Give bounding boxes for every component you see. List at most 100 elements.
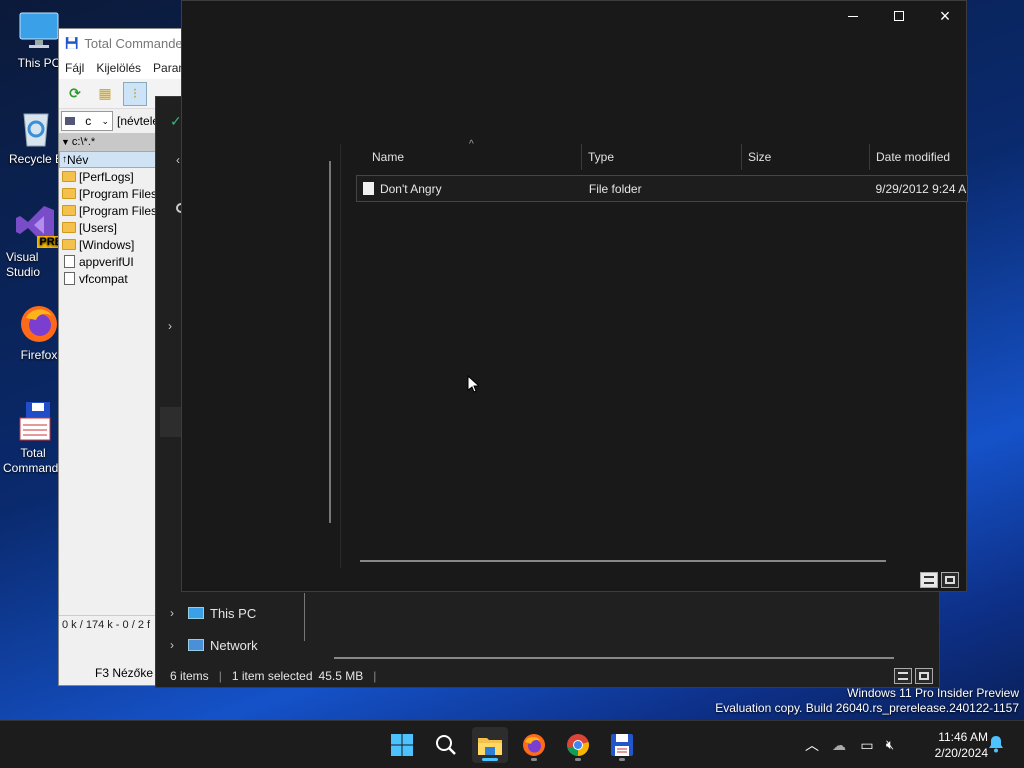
caret-down-icon: ▼ [61,137,70,147]
column-header-type[interactable]: Type [580,144,742,170]
display-icon[interactable]: ▭ [854,737,880,754]
file-name: appverifUI [79,254,134,269]
taskbar-firefox[interactable] [516,727,552,763]
folder-icon [62,188,76,199]
network-icon [188,639,204,651]
chevron-down-icon: ⌄ [101,115,109,126]
details-view-button[interactable] [894,668,912,684]
view-buttons [894,668,933,684]
minimize-icon [848,15,858,17]
table-row[interactable]: Don't Angry File folder 9/29/2012 9:24 A… [356,175,968,202]
running-indicator [575,758,581,761]
current-path: c:\*.* [71,136,96,148]
clock[interactable]: 11:46 AM 2/20/2024 [918,729,988,761]
menu-item-file[interactable]: Fájl [65,61,84,75]
notification-bell-icon[interactable] [988,735,1004,755]
floppy-disk-icon [14,400,56,442]
taskbar-chrome[interactable] [560,727,596,763]
selection-count: 1 item selected [231,669,313,683]
list-icon [924,576,934,584]
active-indicator [482,758,498,761]
icon-view-button[interactable]: ▦ [93,82,117,106]
taskbar: ︿ ☁ ▭ 🔇︎ 11:46 AM 2/20/2024 [0,720,1024,768]
clock-time: 11:46 AM [938,730,988,744]
search-icon [436,735,456,755]
floppy-disk-icon [611,734,633,756]
tree-icon: ⁝ [132,85,138,101]
folder-icon [62,239,76,250]
row-type: File folder [588,181,642,196]
mouse-cursor-icon [467,374,481,396]
nav-pane-scrollbar[interactable] [329,161,331,523]
watermark-line: Evaluation copy. Build 26040.rs_prerelea… [715,701,1019,715]
recycle-bin-icon [15,106,57,148]
file-explorer-window-front[interactable]: × ^ Name Type Size Date modified Don't A… [181,0,968,592]
horizontal-scrollbar[interactable] [334,657,894,659]
firefox-icon [18,302,60,344]
nav-partial: ✓ [170,113,182,129]
running-indicator [619,758,625,761]
folder-icon [478,738,502,755]
column-label: Type [588,150,615,164]
drive-icon [65,117,75,125]
file-icon [64,255,75,268]
sidebar-divider [304,593,305,641]
preview-view-button[interactable] [915,668,933,684]
maximize-button[interactable] [876,1,922,31]
tree-view-button[interactable]: ⁝ [123,81,147,106]
sidebar-item-network[interactable]: › Network [156,630,301,660]
back-chevron-icon: ‹ [176,153,180,167]
file-icon [64,272,75,285]
floppy-disk-icon [65,37,78,49]
volume-label: [névtele [117,114,160,128]
start-button[interactable] [384,727,420,763]
volume-muted-icon[interactable]: 🔇︎ [880,737,900,753]
preview-view-button[interactable] [941,572,959,588]
column-label: Size [748,150,772,164]
chevron-up-icon[interactable]: ︿ [800,735,824,755]
evaluation-watermark: Windows 11 Pro Insider Preview Evaluatio… [715,686,1019,716]
folder-icon [62,171,76,182]
taskbar-total-commander[interactable] [604,727,640,763]
windows-logo-icon [391,734,413,756]
title-bar[interactable]: Total Commander [59,29,187,57]
column-label: Date modified [876,150,951,164]
window-title: Total Commander [84,35,187,51]
column-header-date-modified[interactable]: Date modified [868,144,968,170]
file-name: vfcompat [79,271,128,286]
file-name: [Program Files [79,203,158,218]
file-name: [Windows] [79,237,135,252]
refresh-button[interactable]: ⟳ [63,82,87,106]
clock-date: 2/20/2024 [934,746,988,760]
maximize-icon [894,11,904,21]
drive-select[interactable]: c ⌄ [61,111,113,131]
column-header-size[interactable]: Size [740,144,870,170]
column-label: Név [67,152,89,167]
file-icon [363,182,374,195]
sidebar-item-this-pc[interactable]: › This PC [156,598,301,628]
file-name: [Program Files [79,186,158,201]
desktop-icon-label: Total Commander [3,446,63,475]
desktop-icon-label: Visual Studio 2022 Preview [6,250,41,279]
close-button[interactable]: × [922,1,968,31]
minimize-button[interactable] [830,1,876,31]
search-button[interactable] [428,727,464,763]
list-icon [898,672,908,680]
chevron-right-icon: › [170,638,174,652]
running-indicator [531,758,537,761]
sidebar-item-label: This PC [210,605,257,621]
navigation-pane [182,144,342,568]
firefox-icon [523,734,545,756]
menu-item-mark[interactable]: Kijelölés [96,61,141,75]
onedrive-icon[interactable]: ☁ [824,737,854,754]
column-header-name[interactable]: Name [364,144,582,170]
sidebar-item-label: Network [210,637,258,653]
status-bar: 6 items | 1 item selected 45.5 MB | [170,669,377,683]
system-tray: ︿ ☁ ▭ 🔇︎ [800,721,900,768]
horizontal-scrollbar[interactable] [360,560,886,562]
chevron-right-icon: › [170,606,174,620]
details-view-button[interactable] [920,572,938,588]
selection-size: 45.5 MB [318,669,364,683]
chevron-right-icon[interactable]: › [168,319,172,333]
taskbar-file-explorer[interactable] [472,727,508,763]
